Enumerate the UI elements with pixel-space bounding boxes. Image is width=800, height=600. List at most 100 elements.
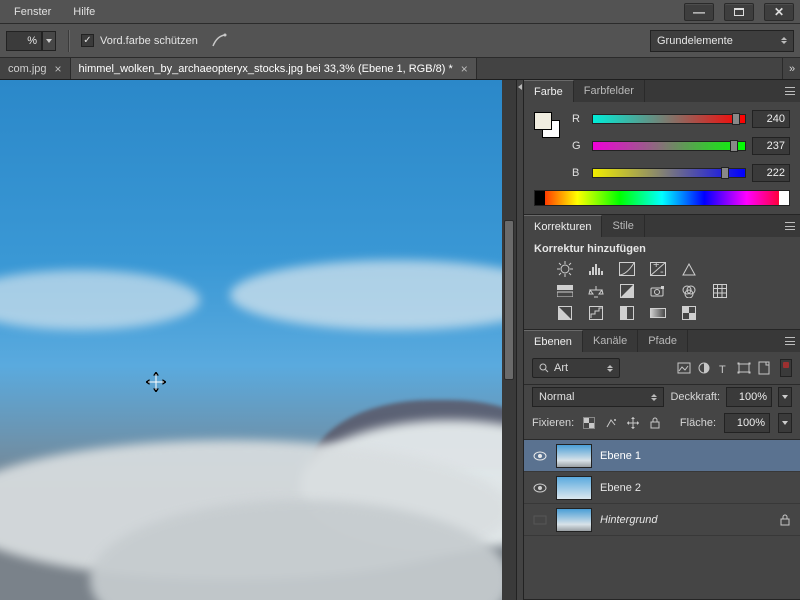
layer-name[interactable]: Ebene 1 [600, 450, 641, 462]
layer-thumbnail[interactable] [556, 476, 592, 500]
lock-all-icon[interactable] [648, 416, 662, 430]
layer-name[interactable]: Hintergrund [600, 514, 657, 526]
layer-thumbnail[interactable] [556, 444, 592, 468]
gradient-map-icon[interactable] [649, 305, 667, 321]
fill-field[interactable]: 100% [724, 413, 770, 433]
selective-color-icon[interactable] [680, 305, 698, 321]
options-bar: % Vord.farbe schützen Grundelemente [0, 24, 800, 58]
filter-shape-icon[interactable] [736, 360, 752, 376]
black-white-icon[interactable] [618, 283, 636, 299]
menu-hilfe[interactable]: Hilfe [63, 2, 105, 22]
invert-icon[interactable] [556, 305, 574, 321]
r-value-field[interactable]: 240 [752, 110, 790, 128]
g-slider[interactable] [592, 141, 746, 151]
brightness-contrast-icon[interactable] [556, 261, 574, 277]
document-tabstrip: com.jpg × himmel_wolken_by_archaeopteryx… [0, 58, 800, 80]
blend-mode-dropdown[interactable]: Normal [532, 387, 664, 407]
visibility-toggle[interactable] [532, 448, 548, 464]
close-icon[interactable]: × [55, 62, 62, 76]
flow-percent-field[interactable]: % [6, 31, 42, 51]
document-tab-1-label: com.jpg [8, 63, 47, 75]
b-value-field[interactable]: 222 [752, 164, 790, 182]
panel-menu-button[interactable] [780, 80, 800, 102]
panel-menu-button[interactable] [780, 215, 800, 237]
separator [68, 30, 69, 52]
fg-bg-swatches[interactable] [534, 112, 562, 140]
layer-filter-kind-dropdown[interactable]: Art [532, 358, 620, 378]
svg-text:T: T [719, 364, 726, 374]
threshold-icon[interactable] [618, 305, 636, 321]
b-slider[interactable] [592, 168, 746, 178]
tab-farbe[interactable]: Farbe [524, 80, 574, 102]
updown-icon [781, 37, 787, 44]
tab-farbfelder[interactable]: Farbfelder [574, 80, 645, 102]
posterize-icon[interactable] [587, 305, 605, 321]
curves-icon[interactable] [618, 261, 636, 277]
layer-row[interactable]: Hintergrund [524, 504, 800, 536]
channel-mixer-icon[interactable] [680, 283, 698, 299]
tab-ebenen[interactable]: Ebenen [524, 330, 583, 352]
visibility-toggle[interactable] [532, 480, 548, 496]
tab-korrekturen[interactable]: Korrekturen [524, 215, 602, 237]
color-balance-icon[interactable] [587, 283, 605, 299]
window-minimize-button[interactable]: — [684, 3, 714, 21]
fill-dropdown[interactable] [778, 413, 792, 433]
color-lookup-icon[interactable] [711, 283, 729, 299]
g-label: G [572, 140, 586, 152]
layer-thumbnail[interactable] [556, 508, 592, 532]
r-slider[interactable] [592, 114, 746, 124]
layer-name[interactable]: Ebene 2 [600, 482, 641, 494]
panel-collapse-strip[interactable] [516, 80, 524, 600]
lock-label: Fixieren: [532, 417, 574, 429]
opacity-field[interactable]: 100% [726, 387, 772, 407]
panel-menu-button[interactable] [780, 330, 800, 352]
lock-indicator-icon [780, 514, 792, 526]
filter-pixel-icon[interactable] [676, 360, 692, 376]
canvas-area[interactable] [0, 80, 516, 600]
visibility-toggle[interactable] [532, 512, 548, 528]
scrollbar-thumb[interactable] [504, 220, 514, 380]
levels-icon[interactable] [587, 261, 605, 277]
svg-text:+: + [653, 262, 659, 271]
tab-kanaele[interactable]: Kanäle [583, 330, 638, 352]
document-tab-2[interactable]: himmel_wolken_by_archaeopteryx_stocks.jp… [71, 58, 477, 79]
lock-image-icon[interactable] [604, 416, 618, 430]
workspace-dropdown[interactable]: Grundelemente [650, 30, 794, 52]
foreground-swatch[interactable] [534, 112, 552, 130]
layer-row[interactable]: Ebene 1 [524, 440, 800, 472]
opacity-label: Deckkraft: [670, 391, 720, 403]
tab-overflow-button[interactable]: » [782, 58, 800, 79]
hue-saturation-icon[interactable] [556, 283, 574, 299]
lock-transparency-icon[interactable] [582, 416, 596, 430]
exposure-icon[interactable]: +- [649, 261, 667, 277]
b-label: B [572, 167, 586, 179]
filter-type-icon[interactable]: T [716, 360, 732, 376]
updown-icon [607, 365, 613, 372]
panels-dock: Farbe Farbfelder R 240 G [524, 80, 800, 600]
g-value-field[interactable]: 237 [752, 137, 790, 155]
photo-filter-icon[interactable] [649, 283, 667, 299]
document-tab-1[interactable]: com.jpg × [0, 58, 71, 79]
window-close-button[interactable]: ✕ [764, 3, 794, 21]
vibrance-icon[interactable] [680, 261, 698, 277]
pressure-brush-icon[interactable] [210, 32, 228, 50]
canvas[interactable] [0, 80, 516, 600]
menu-fenster[interactable]: Fenster [4, 2, 61, 22]
tab-stile[interactable]: Stile [602, 215, 644, 237]
layer-row[interactable]: Ebene 2 [524, 472, 800, 504]
color-spectrum[interactable] [534, 190, 790, 206]
svg-text:-: - [660, 266, 664, 276]
adjustments-title: Korrektur hinzufügen [524, 237, 800, 257]
canvas-vertical-scrollbar[interactable] [502, 80, 516, 600]
filter-adjustment-icon[interactable] [696, 360, 712, 376]
flow-percent-dropdown[interactable] [42, 31, 56, 51]
filter-smartobject-icon[interactable] [756, 360, 772, 376]
tab-pfade[interactable]: Pfade [638, 330, 688, 352]
protect-foreground-checkbox[interactable] [81, 34, 94, 47]
lock-position-icon[interactable] [626, 416, 640, 430]
adjustments-panel: Korrekturen Stile Korrektur hinzufügen +… [524, 215, 800, 330]
window-maximize-button[interactable] [724, 3, 754, 21]
close-icon[interactable]: × [461, 62, 468, 76]
layer-filter-toggle[interactable] [780, 359, 792, 377]
opacity-dropdown[interactable] [778, 387, 792, 407]
